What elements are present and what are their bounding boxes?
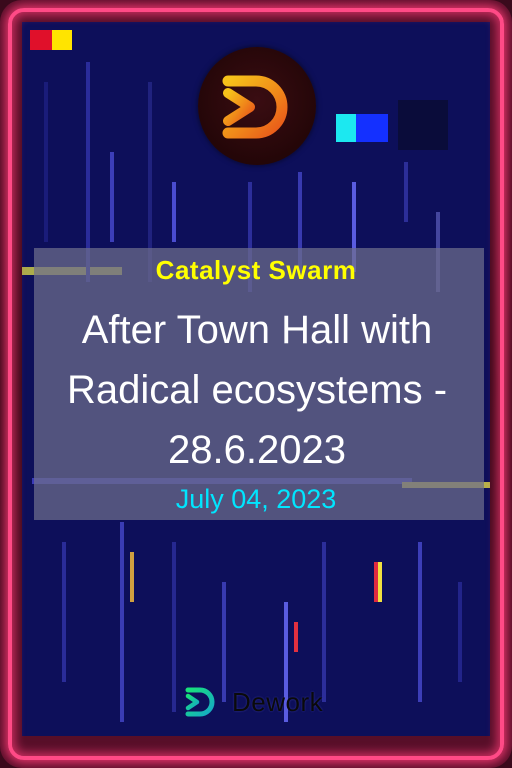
glitch-streak <box>130 552 134 602</box>
glitch-streak <box>418 542 422 702</box>
glitch-streak <box>110 152 114 242</box>
card-subtitle: Catalyst Swarm <box>155 255 357 285</box>
glitch-streak <box>44 82 48 242</box>
glitch-pixel-yellow <box>52 30 72 50</box>
glitch-pixel-dark <box>398 100 448 150</box>
glitch-streak <box>322 542 326 702</box>
glitch-streak <box>172 182 176 242</box>
dework-wordmark: Dework <box>232 687 324 717</box>
glitch-streak <box>378 562 382 602</box>
glitch-streak <box>294 622 298 652</box>
dework-icon <box>185 687 215 717</box>
glitch-streak <box>62 542 66 682</box>
card-date: July 04, 2023 <box>175 484 337 514</box>
glitch-pixel-blue <box>356 114 388 142</box>
glitch-pixel-red <box>30 30 52 50</box>
dework-brand: Dework <box>180 682 323 722</box>
glitch-pixel-cyan <box>336 114 356 142</box>
glitch-streak <box>120 522 124 722</box>
glitch-streak <box>458 582 462 682</box>
glitch-streak <box>172 542 176 712</box>
glitch-streak <box>404 162 408 222</box>
card-title: After Town Hall with Radical ecosystems … <box>66 308 448 472</box>
dework-circle-logo-icon <box>198 47 316 165</box>
nft-card: Catalyst Swarm After Town Hall with Radi… <box>0 0 512 768</box>
